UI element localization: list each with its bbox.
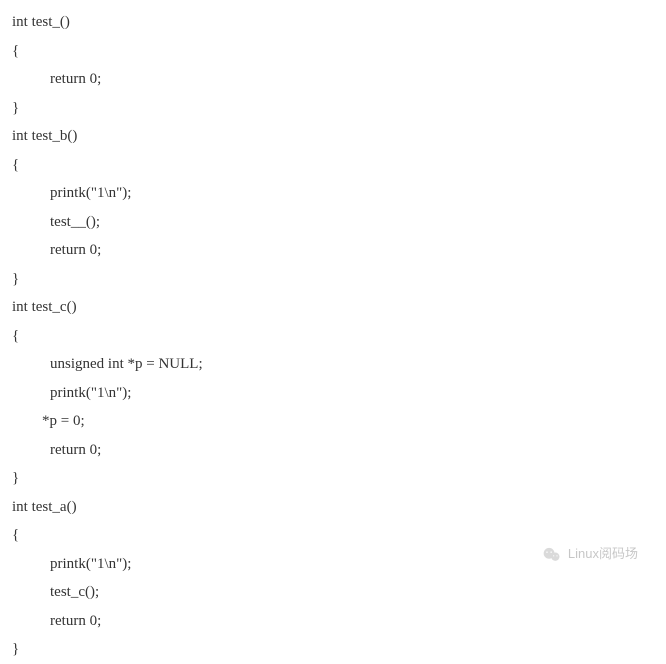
code-line: int test_c() xyxy=(12,293,654,322)
code-line: test__(); xyxy=(12,208,654,237)
code-line: printk("1\n"); xyxy=(12,179,654,208)
code-line: return 0; xyxy=(12,236,654,265)
wechat-icon xyxy=(542,545,562,565)
code-line: unsigned int *p = NULL; xyxy=(12,350,654,379)
code-line: } xyxy=(12,94,654,123)
code-line: return 0; xyxy=(12,65,654,94)
code-line: { xyxy=(12,37,654,66)
watermark-text: Linux阅码场 xyxy=(568,542,638,567)
code-line: int test_b() xyxy=(12,122,654,151)
code-line: } xyxy=(12,464,654,493)
code-line: } xyxy=(12,635,654,664)
code-line: int test_a() xyxy=(12,493,654,522)
code-line: return 0; xyxy=(12,607,654,636)
code-line: { xyxy=(12,151,654,180)
code-line: test_c(); xyxy=(12,578,654,607)
code-line: { xyxy=(12,322,654,351)
code-line: int test_() xyxy=(12,8,654,37)
code-line: return 0; xyxy=(12,436,654,465)
code-line: *p = 0; xyxy=(12,407,654,436)
code-line: } xyxy=(12,265,654,294)
watermark: Linux阅码场 xyxy=(542,542,638,567)
code-line: printk("1\n"); xyxy=(12,379,654,408)
